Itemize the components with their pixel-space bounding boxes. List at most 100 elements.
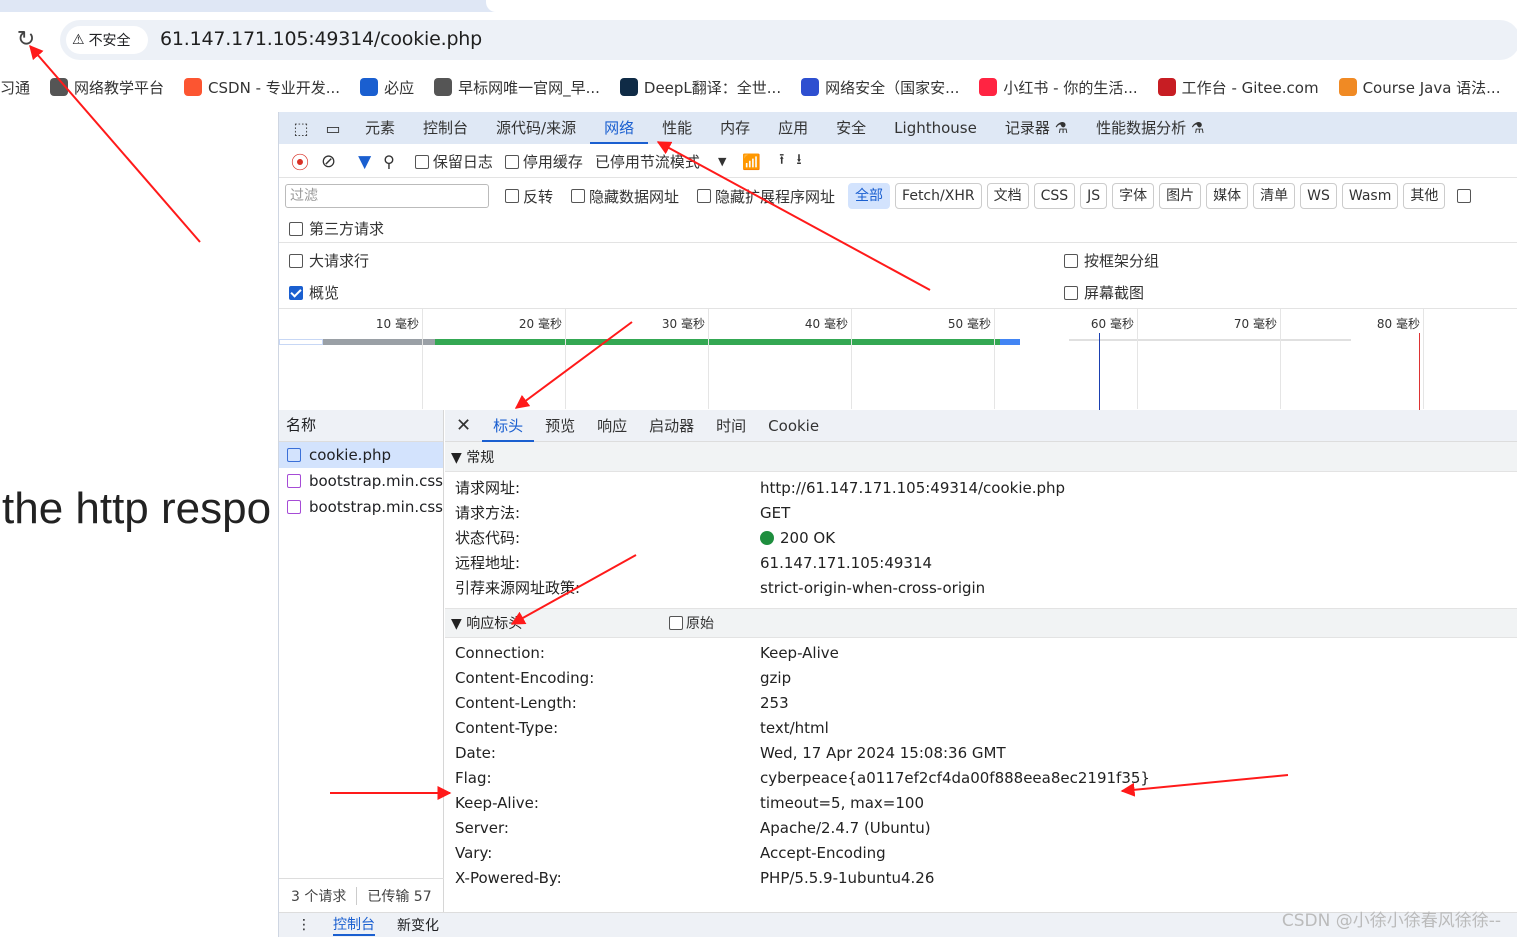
checkbox-icon	[414, 154, 429, 169]
devtools-tab[interactable]: 控制台	[409, 112, 482, 144]
preserve-log-checkbox[interactable]: 保留日志	[414, 151, 493, 172]
request-row[interactable]: cookie.php	[279, 442, 443, 468]
type-filter-button[interactable]: CSS	[1033, 183, 1076, 209]
group-by-frame-option[interactable]: 按框架分组	[1064, 250, 1159, 271]
general-section-header[interactable]: ▼ 常规	[445, 442, 1517, 472]
raw-checkbox[interactable]: 原始	[669, 613, 714, 633]
devtools-tab[interactable]: 网络	[590, 112, 649, 144]
type-filter-button[interactable]: 清单	[1253, 183, 1296, 209]
disable-cache-checkbox[interactable]: 停用缓存	[504, 151, 583, 172]
header-value[interactable]: cyberpeace{a0117ef2cf4da00f888eea8ec2191…	[760, 769, 1517, 787]
filter-icon[interactable]: ▼	[358, 152, 371, 172]
header-value[interactable]: GET	[760, 504, 1517, 522]
detail-tab[interactable]: 启动器	[638, 410, 705, 442]
reload-icon[interactable]: ↻	[14, 28, 38, 52]
header-value[interactable]: Wed, 17 Apr 2024 15:08:36 GMT	[760, 744, 1517, 762]
clear-icon[interactable]: ⊘	[321, 151, 336, 172]
bookmark-item[interactable]: DeepL翻译：全世...	[619, 77, 781, 98]
detail-tab[interactable]: 时间	[705, 410, 757, 442]
bookmark-item[interactable]: 网络安全（国家安...	[801, 77, 959, 98]
type-filter-button[interactable]: 其他	[1403, 183, 1446, 209]
hide-data-urls-checkbox[interactable]: 隐藏数据网址	[571, 186, 679, 207]
type-filter-button[interactable]: 全部	[848, 183, 891, 209]
bookmark-item[interactable]: 必应	[360, 77, 414, 98]
detail-tab[interactable]: 响应	[586, 410, 638, 442]
devtools-tab[interactable]: 记录器 ⚗	[991, 112, 1082, 144]
type-filter-button[interactable]: Fetch/XHR	[895, 183, 982, 209]
hide-ext-urls-checkbox[interactable]: 隐藏扩展程序网址	[697, 186, 835, 207]
bookmark-item[interactable]: 网络教学平台	[50, 77, 164, 98]
invert-checkbox[interactable]: 反转	[505, 186, 553, 207]
header-value[interactable]: PHP/5.5.9-1ubuntu4.26	[760, 869, 1517, 887]
screenshots-option[interactable]: 屏幕截图	[1064, 282, 1144, 303]
header-value[interactable]: Apache/2.4.7 (Ubuntu)	[760, 819, 1517, 837]
header-value-text: GET	[760, 503, 791, 522]
type-filter-button[interactable]: WS	[1300, 183, 1337, 209]
bookmark-item[interactable]: 早标网唯一官网_早...	[434, 77, 600, 98]
devtools-tab[interactable]: 源代码/来源	[482, 112, 590, 144]
more-filter-checkbox[interactable]	[1457, 189, 1472, 203]
header-value[interactable]: text/html	[760, 719, 1517, 737]
header-value[interactable]: 253	[760, 694, 1517, 712]
checkbox-icon	[289, 253, 303, 268]
throttle-select[interactable]: 已停用节流模式 ▼	[595, 151, 726, 172]
devtools-tab[interactable]: 安全	[822, 112, 880, 144]
close-icon[interactable]: ✕	[445, 410, 482, 442]
type-filter-button[interactable]: 文档	[986, 183, 1029, 209]
header-value[interactable]: 61.147.171.105:49314	[760, 554, 1517, 572]
drawer-tab-whats-new[interactable]: 新变化	[397, 915, 439, 935]
export-har-icon[interactable]: ⭳	[796, 149, 801, 174]
devtools-tab[interactable]: 应用	[764, 112, 822, 144]
import-har-icon[interactable]: ⭱	[779, 149, 784, 174]
devtools-tab[interactable]: 性能	[648, 112, 706, 144]
drawer-tab-console[interactable]: 控制台	[333, 914, 375, 936]
record-icon[interactable]: ⦿	[291, 149, 309, 175]
devtools-tab[interactable]: 内存	[706, 112, 764, 144]
header-value[interactable]: http://61.147.171.105:49314/cookie.php	[760, 479, 1517, 497]
active-tab[interactable]	[486, 0, 1517, 12]
header-value-text: http://61.147.171.105:49314/cookie.php	[760, 478, 1066, 497]
bookmark-item[interactable]: CSDN - 专业开发...	[184, 77, 340, 98]
type-filter-button[interactable]: 媒体	[1206, 183, 1249, 209]
third-party-option[interactable]: 第三方请求	[289, 218, 384, 239]
url-text[interactable]: 61.147.171.105:49314/cookie.php	[160, 28, 482, 50]
timeline-tick-label: 50 毫秒	[947, 317, 991, 331]
type-filter-button[interactable]: Wasm	[1341, 183, 1399, 209]
search-icon[interactable]: ⚲	[383, 152, 395, 171]
network-conditions-icon[interactable]: 📶	[742, 153, 761, 171]
detail-tab[interactable]: 预览	[534, 410, 586, 442]
device-toggle-icon[interactable]: ▭	[323, 118, 343, 138]
devtools-tab[interactable]: 性能数据分析 ⚗	[1082, 112, 1218, 144]
header-value[interactable]: Keep-Alive	[760, 644, 1517, 662]
security-chip[interactable]: ⚠ 不安全	[66, 26, 148, 54]
detail-tab[interactable]: Cookie	[757, 410, 830, 442]
filter-row: 过滤 反转 隐藏数据网址 隐藏扩展程序网址 全部 Fetch/XHR 文档 CSS JS…	[279, 180, 1517, 212]
bookmark-item[interactable]: 小红书 - 你的生活...	[979, 77, 1138, 98]
response-headers-section-header[interactable]: ▼ 响应标头 原始	[445, 608, 1517, 638]
header-value[interactable]: Accept-Encoding	[760, 844, 1517, 862]
request-row[interactable]: bootstrap.min.css	[279, 468, 443, 494]
header-value[interactable]: timeout=5, max=100	[760, 794, 1517, 812]
disable-cache-label: 停用缓存	[522, 153, 583, 171]
timeline-bar-end	[1000, 339, 1020, 345]
detail-tab[interactable]: 标头	[482, 410, 535, 442]
inspect-icon[interactable]: ⬚	[291, 118, 311, 138]
type-filter-button[interactable]: 图片	[1159, 183, 1202, 209]
bookmark-item[interactable]: 工作台 - Gitee.com	[1157, 77, 1319, 98]
overview-option[interactable]: 概览	[289, 282, 339, 303]
bookmark-item[interactable]: Course Java 语法...	[1338, 77, 1500, 98]
overview-timeline[interactable]: 10 毫秒 20 毫秒 30 毫秒 40 毫秒 50 毫秒 60 毫秒 70 毫秒 80 毫秒	[279, 308, 1517, 411]
big-rows-option[interactable]: 大请求行	[289, 250, 369, 271]
devtools-tab[interactable]: 元素	[351, 112, 409, 144]
devtools-tab[interactable]: Lighthouse	[880, 112, 991, 144]
name-column-header[interactable]: 名称	[279, 410, 443, 442]
type-filter-button[interactable]: 字体	[1112, 183, 1155, 209]
more-icon[interactable]: ⋮	[297, 917, 311, 933]
type-filter-button[interactable]: JS	[1080, 183, 1108, 209]
filter-input[interactable]: 过滤	[285, 184, 489, 208]
request-row[interactable]: bootstrap.min.css	[279, 494, 443, 520]
header-value[interactable]: 200 OK	[760, 529, 1517, 547]
header-value[interactable]: gzip	[760, 669, 1517, 687]
header-value[interactable]: strict-origin-when-cross-origin	[760, 579, 1517, 597]
bookmark-item[interactable]: 习通	[0, 77, 30, 98]
